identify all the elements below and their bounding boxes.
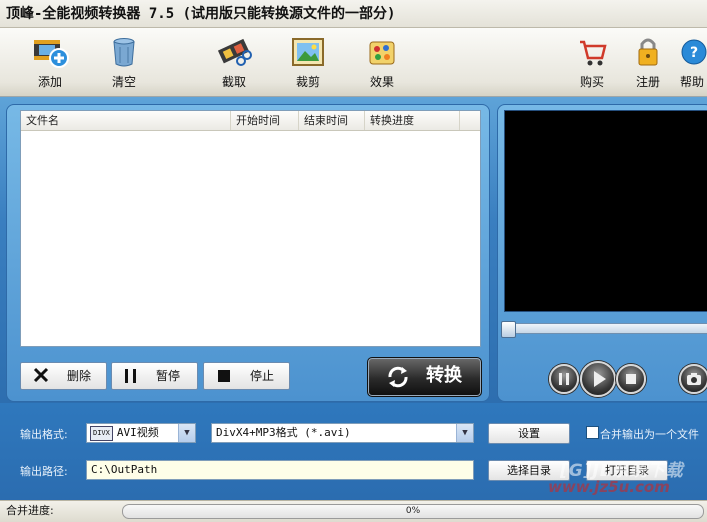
play-icon xyxy=(594,371,606,387)
column-start-time[interactable]: 开始时间 xyxy=(231,111,299,130)
film-scissors-icon xyxy=(214,34,254,70)
buy-label: 购买 xyxy=(579,75,604,89)
pause-label: 暂停 xyxy=(156,369,181,383)
clear-label: 清空 xyxy=(111,75,136,89)
output-path-field[interactable]: C:\OutPath xyxy=(86,460,474,480)
format-label: 输出格式: xyxy=(20,428,68,441)
effects-button[interactable]: 效果 xyxy=(352,34,412,92)
pause-button[interactable]: 暂停 xyxy=(111,362,198,390)
delete-button[interactable]: 删除 xyxy=(20,362,107,390)
stop-button[interactable]: 停止 xyxy=(203,362,290,390)
path-label: 输出路径: xyxy=(20,465,68,478)
convert-button[interactable]: 转换 xyxy=(367,357,482,397)
column-progress[interactable]: 转换进度 xyxy=(365,111,460,130)
seek-handle[interactable] xyxy=(501,321,516,338)
format-select[interactable]: DIVX AVI视频 ▼ xyxy=(86,423,196,443)
codec-value: DivX4+MP3格式 (*.avi) xyxy=(216,426,351,439)
video-preview xyxy=(504,110,707,312)
crop-button[interactable]: 裁剪 xyxy=(278,34,338,92)
chevron-down-icon[interactable]: ▼ xyxy=(178,424,195,442)
capture-button[interactable]: 截取 xyxy=(204,34,264,92)
help-button[interactable]: ? 帮助 xyxy=(672,34,707,92)
stop-label: 停止 xyxy=(250,369,275,383)
buy-button[interactable]: 购买 xyxy=(562,34,622,92)
progress-text: 0% xyxy=(405,506,421,516)
help-label: 帮助 xyxy=(679,75,704,89)
file-list[interactable]: 文件名 开始时间 结束时间 转换进度 xyxy=(20,110,481,347)
register-button[interactable]: 注册 xyxy=(618,34,678,92)
convert-label: 转换 xyxy=(426,365,462,386)
register-label: 注册 xyxy=(635,75,660,89)
merge-progress-bar: 0% xyxy=(122,504,704,519)
stop-icon xyxy=(626,374,636,384)
add-label: 添加 xyxy=(37,75,62,89)
window-title: 顶峰-全能视频转换器 7.5 (试用版只能转换源文件的一部分) xyxy=(0,0,707,28)
toolbar: 添加 清空 截取 裁剪 效果 购买 注册 ? 帮助 xyxy=(0,28,707,97)
effects-label: 效果 xyxy=(369,75,394,89)
format-value: AVI视频 xyxy=(116,426,159,439)
stop-icon xyxy=(217,369,231,386)
padlock-icon xyxy=(628,34,668,70)
merge-checkbox[interactable] xyxy=(586,426,599,439)
crop-label: 裁剪 xyxy=(295,75,320,89)
divx-badge-icon: DIVX xyxy=(90,426,113,441)
help-icon: ? xyxy=(674,34,707,70)
chevron-down-icon[interactable]: ▼ xyxy=(456,424,473,442)
pause-icon xyxy=(559,373,569,385)
picture-frame-icon xyxy=(288,34,328,70)
clear-button[interactable]: 清空 xyxy=(94,34,154,92)
effects-palette-icon xyxy=(362,34,402,70)
settings-button[interactable]: 设置 xyxy=(488,423,570,444)
trash-can-icon xyxy=(104,34,144,70)
delete-label: 删除 xyxy=(67,369,92,383)
snapshot-button[interactable] xyxy=(679,364,707,394)
seek-bar[interactable] xyxy=(502,323,707,334)
preview-pause-button[interactable] xyxy=(549,364,579,394)
merge-progress-label: 合并进度: xyxy=(6,504,54,517)
preview-play-button[interactable] xyxy=(580,361,616,397)
pause-icon xyxy=(123,368,139,387)
svg-text:?: ? xyxy=(690,45,698,61)
shopping-cart-icon xyxy=(572,34,612,70)
refresh-arrows-icon xyxy=(386,365,410,394)
codec-select[interactable]: DivX4+MP3格式 (*.avi) ▼ xyxy=(211,423,474,443)
add-button[interactable]: 添加 xyxy=(20,34,80,92)
column-end-time[interactable]: 结束时间 xyxy=(299,111,365,130)
output-path-value: C:\OutPath xyxy=(91,463,158,476)
file-list-header: 文件名 开始时间 结束时间 转换进度 xyxy=(21,111,480,131)
merge-label: 合并输出为一个文件 xyxy=(600,428,699,441)
camera-icon xyxy=(687,373,701,385)
preview-stop-button[interactable] xyxy=(616,364,646,394)
column-filename[interactable]: 文件名 xyxy=(21,111,231,130)
delete-x-icon xyxy=(33,367,49,386)
capture-label: 截取 xyxy=(221,75,246,89)
film-add-icon xyxy=(30,34,70,70)
watermark-url: www.jz5u.com xyxy=(548,478,670,496)
